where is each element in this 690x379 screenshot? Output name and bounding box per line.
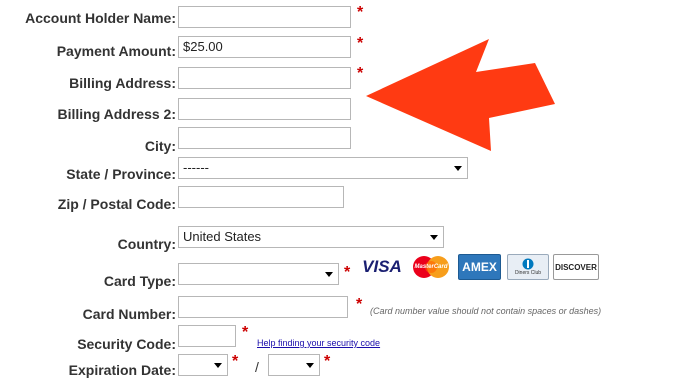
mastercard-logo-text: MasterCard	[414, 264, 448, 270]
card-type-label: Card Type:	[103, 273, 176, 289]
card-number-input[interactable]	[178, 296, 348, 318]
exp-year-select[interactable]	[268, 354, 320, 376]
required-mark: *	[232, 353, 239, 370]
chevron-down-icon	[454, 166, 462, 171]
payment-amount-input[interactable]: $25.00	[178, 36, 351, 58]
chevron-down-icon	[325, 272, 333, 277]
account-holder-label: Account Holder Name:	[25, 10, 176, 26]
billing-address-label: Billing Address:	[69, 75, 176, 91]
amex-logo: AMEX	[458, 254, 501, 280]
required-mark: *	[242, 324, 249, 341]
amex-logo-text: AMEX	[462, 260, 497, 274]
state-select-value: ------	[183, 160, 209, 175]
card-number-note: (Card number value should not contain sp…	[370, 306, 602, 316]
chevron-down-icon	[214, 363, 222, 368]
city-label: City:	[144, 138, 176, 154]
country-label: Country:	[117, 236, 176, 252]
payment-amount-label: Payment Amount:	[56, 43, 176, 59]
billing-address-input[interactable]	[178, 67, 351, 89]
expiration-date-label: Expiration Date:	[68, 362, 176, 378]
zip-label: Zip / Postal Code:	[57, 196, 176, 212]
zip-input[interactable]	[178, 186, 344, 208]
diners-logo: Diners Club	[507, 254, 549, 280]
security-code-label: Security Code:	[77, 336, 176, 352]
security-code-input[interactable]	[178, 325, 236, 347]
date-separator: /	[255, 359, 259, 375]
card-number-label: Card Number:	[82, 306, 176, 322]
mastercard-logo: MasterCard	[409, 254, 453, 280]
account-holder-input[interactable]	[178, 6, 351, 28]
discover-logo: DISCOVER	[553, 254, 599, 280]
required-mark: *	[324, 353, 331, 370]
diners-logo-text: Diners Club	[514, 270, 542, 276]
required-mark: *	[357, 35, 364, 52]
country-select-value: United States	[183, 229, 262, 244]
city-input[interactable]	[178, 127, 351, 149]
visa-logo: VISA	[360, 254, 404, 280]
required-mark: *	[356, 296, 363, 313]
chevron-down-icon	[306, 363, 314, 368]
exp-month-select[interactable]	[178, 354, 228, 376]
discover-logo-text: DISCOVER	[555, 262, 597, 272]
country-select[interactable]: United States	[178, 226, 444, 248]
state-label: State / Province:	[66, 166, 176, 182]
state-select[interactable]: ------	[178, 157, 468, 179]
security-help-link[interactable]: Help finding your security code	[257, 338, 380, 348]
required-mark: *	[357, 4, 364, 21]
diners-club-icon	[522, 258, 534, 270]
required-mark: *	[344, 264, 351, 281]
chevron-down-icon	[430, 235, 438, 240]
card-type-select[interactable]	[178, 263, 339, 285]
visa-logo-text: VISA	[362, 257, 402, 276]
required-mark: *	[357, 65, 364, 82]
billing-address-2-label: Billing Address 2:	[57, 106, 176, 122]
billing-address-2-input[interactable]	[178, 98, 351, 120]
